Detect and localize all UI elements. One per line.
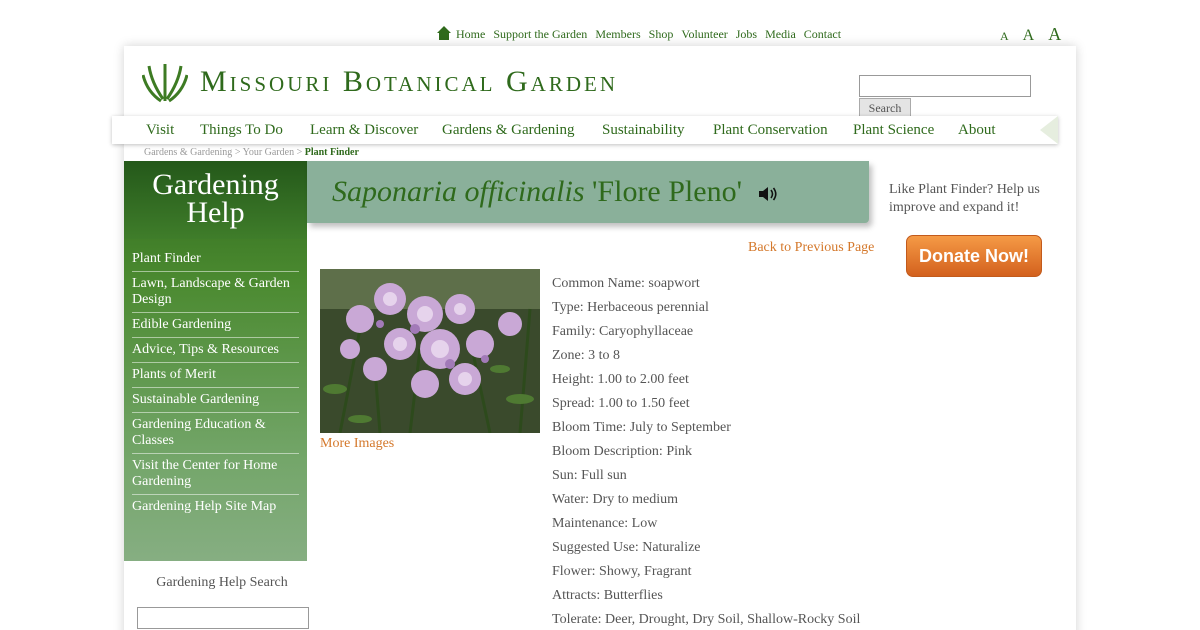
main-nav-sustainability[interactable]: Sustainability: [602, 122, 685, 139]
main-nav-plant-science[interactable]: Plant Science: [853, 122, 934, 139]
garden-leaf-logo-icon: [142, 64, 188, 103]
main-nav-plant-conservation[interactable]: Plant Conservation: [713, 122, 828, 139]
gardening-help-search-input[interactable]: [137, 607, 309, 629]
breadcrumb-separator: >: [296, 147, 303, 158]
attr-sun: Sun: Full sun: [552, 468, 627, 483]
attr-maintenance: Maintenance: Low: [552, 516, 658, 531]
plant-title-band: Saponaria officinalis 'Flore Pleno': [307, 161, 869, 223]
attr-zone: Zone: 3 to 8: [552, 348, 621, 363]
top-nav: Home Support the Garden Members Shop Vol…: [436, 19, 849, 41]
gardening-help-search-label: Gardening Help Search: [156, 575, 288, 590]
breadcrumb-link[interactable]: Gardens & Gardening: [144, 147, 232, 158]
gardening-help-sidebar: Gardening Help Plant Finder Lawn, Landsc…: [124, 161, 307, 561]
home-icon[interactable]: [436, 25, 452, 41]
top-nav-jobs[interactable]: Jobs: [736, 27, 757, 41]
attr-water: Water: Dry to medium: [552, 492, 679, 507]
sidebar-item-advice-tips[interactable]: Advice, Tips & Resources: [132, 338, 299, 363]
attr-type: Type: Herbaceous perennial: [552, 300, 709, 315]
plant-photo-image: [320, 269, 540, 433]
attr-flower: Flower: Showy, Fragrant: [552, 564, 692, 579]
attr-spread: Spread: 1.00 to 1.50 feet: [552, 396, 690, 411]
more-images-link[interactable]: More Images: [320, 436, 394, 452]
top-nav-home[interactable]: Home: [456, 27, 485, 41]
main-nav-visit[interactable]: Visit: [146, 122, 174, 139]
page-title: Saponaria officinalis 'Flore Pleno': [332, 175, 778, 209]
sidebar-item-edible-gardening[interactable]: Edible Gardening: [132, 313, 299, 338]
site-search-button[interactable]: Search: [859, 98, 911, 118]
main-nav-learn-discover[interactable]: Learn & Discover: [310, 122, 418, 139]
attr-height: Height: 1.00 to 2.00 feet: [552, 372, 689, 387]
sidebar-item-lawn-landscape[interactable]: Lawn, Landscape & Garden Design: [132, 272, 299, 313]
plant-attributes-list: Common Name: soapwort Type: Herbaceous p…: [552, 272, 860, 630]
main-nav-gardens-gardening[interactable]: Gardens & Gardening: [442, 122, 574, 139]
breadcrumb-link[interactable]: Your Garden: [243, 147, 294, 158]
sidebar-item-plants-of-merit[interactable]: Plants of Merit: [132, 363, 299, 388]
speaker-icon[interactable]: [758, 186, 778, 202]
plant-cultivar: 'Flore Pleno': [592, 175, 742, 208]
sidebar-item-plant-finder[interactable]: Plant Finder: [132, 247, 299, 272]
sidebar-heading-line2: Help: [186, 196, 245, 229]
site-logo[interactable]: Missouri Botanical Garden: [142, 61, 618, 103]
plant-finder-promo-text: Like Plant Finder? Help us improve and e…: [889, 182, 1040, 215]
font-size-large-button[interactable]: A: [1048, 24, 1061, 45]
attr-attracts: Attracts: Butterflies: [552, 588, 663, 603]
font-size-controls: A A A: [1000, 24, 1075, 45]
font-size-medium-button[interactable]: A: [1023, 27, 1035, 45]
top-nav-contact[interactable]: Contact: [804, 27, 841, 41]
main-nav-things-to-do[interactable]: Things To Do: [200, 122, 283, 139]
sidebar-menu: Plant Finder Lawn, Landscape & Garden De…: [124, 239, 307, 519]
top-nav-shop[interactable]: Shop: [649, 27, 674, 41]
sidebar-item-site-map[interactable]: Gardening Help Site Map: [132, 495, 299, 519]
logo-text: Missouri Botanical Garden: [200, 65, 618, 98]
attr-tolerate: Tolerate: Deer, Drought, Dry Soil, Shall…: [552, 612, 861, 627]
font-size-small-button[interactable]: A: [1000, 29, 1009, 44]
donate-now-button[interactable]: Donate Now!: [906, 235, 1042, 277]
top-nav-media[interactable]: Media: [765, 27, 796, 41]
back-to-previous-page-link[interactable]: Back to Previous Page: [748, 240, 874, 256]
nav-arrow-tip: [1040, 116, 1058, 144]
sidebar-item-center-home-gardening[interactable]: Visit the Center for Home Gardening: [132, 454, 299, 495]
plant-scientific-name: Saponaria officinalis: [332, 175, 585, 208]
sidebar-item-education-classes[interactable]: Gardening Education & Classes: [132, 413, 299, 454]
top-nav-volunteer[interactable]: Volunteer: [681, 27, 727, 41]
sidebar-heading: Gardening Help: [124, 161, 307, 239]
attr-bloom-description: Bloom Description: Pink: [552, 444, 692, 459]
attr-family: Family: Caryophyllaceae: [552, 324, 694, 339]
sidebar-item-sustainable-gardening[interactable]: Sustainable Gardening: [132, 388, 299, 413]
breadcrumb-current: Plant Finder: [304, 147, 359, 158]
attr-common-name: Common Name: soapwort: [552, 276, 700, 291]
main-nav-about[interactable]: About: [958, 122, 996, 139]
top-nav-support[interactable]: Support the Garden: [493, 27, 587, 41]
attr-bloom-time: Bloom Time: July to September: [552, 420, 731, 435]
sidebar-heading-line1: Gardening: [152, 168, 279, 201]
top-nav-members[interactable]: Members: [595, 27, 640, 41]
plant-photo[interactable]: [320, 269, 540, 433]
main-nav: Visit Things To Do Learn & Discover Gard…: [112, 116, 1058, 144]
breadcrumb-separator: >: [234, 147, 241, 158]
site-search-input[interactable]: [859, 75, 1031, 97]
attr-suggested-use: Suggested Use: Naturalize: [552, 540, 701, 555]
breadcrumb: Gardens & Gardening > Your Garden > Plan…: [144, 147, 359, 158]
